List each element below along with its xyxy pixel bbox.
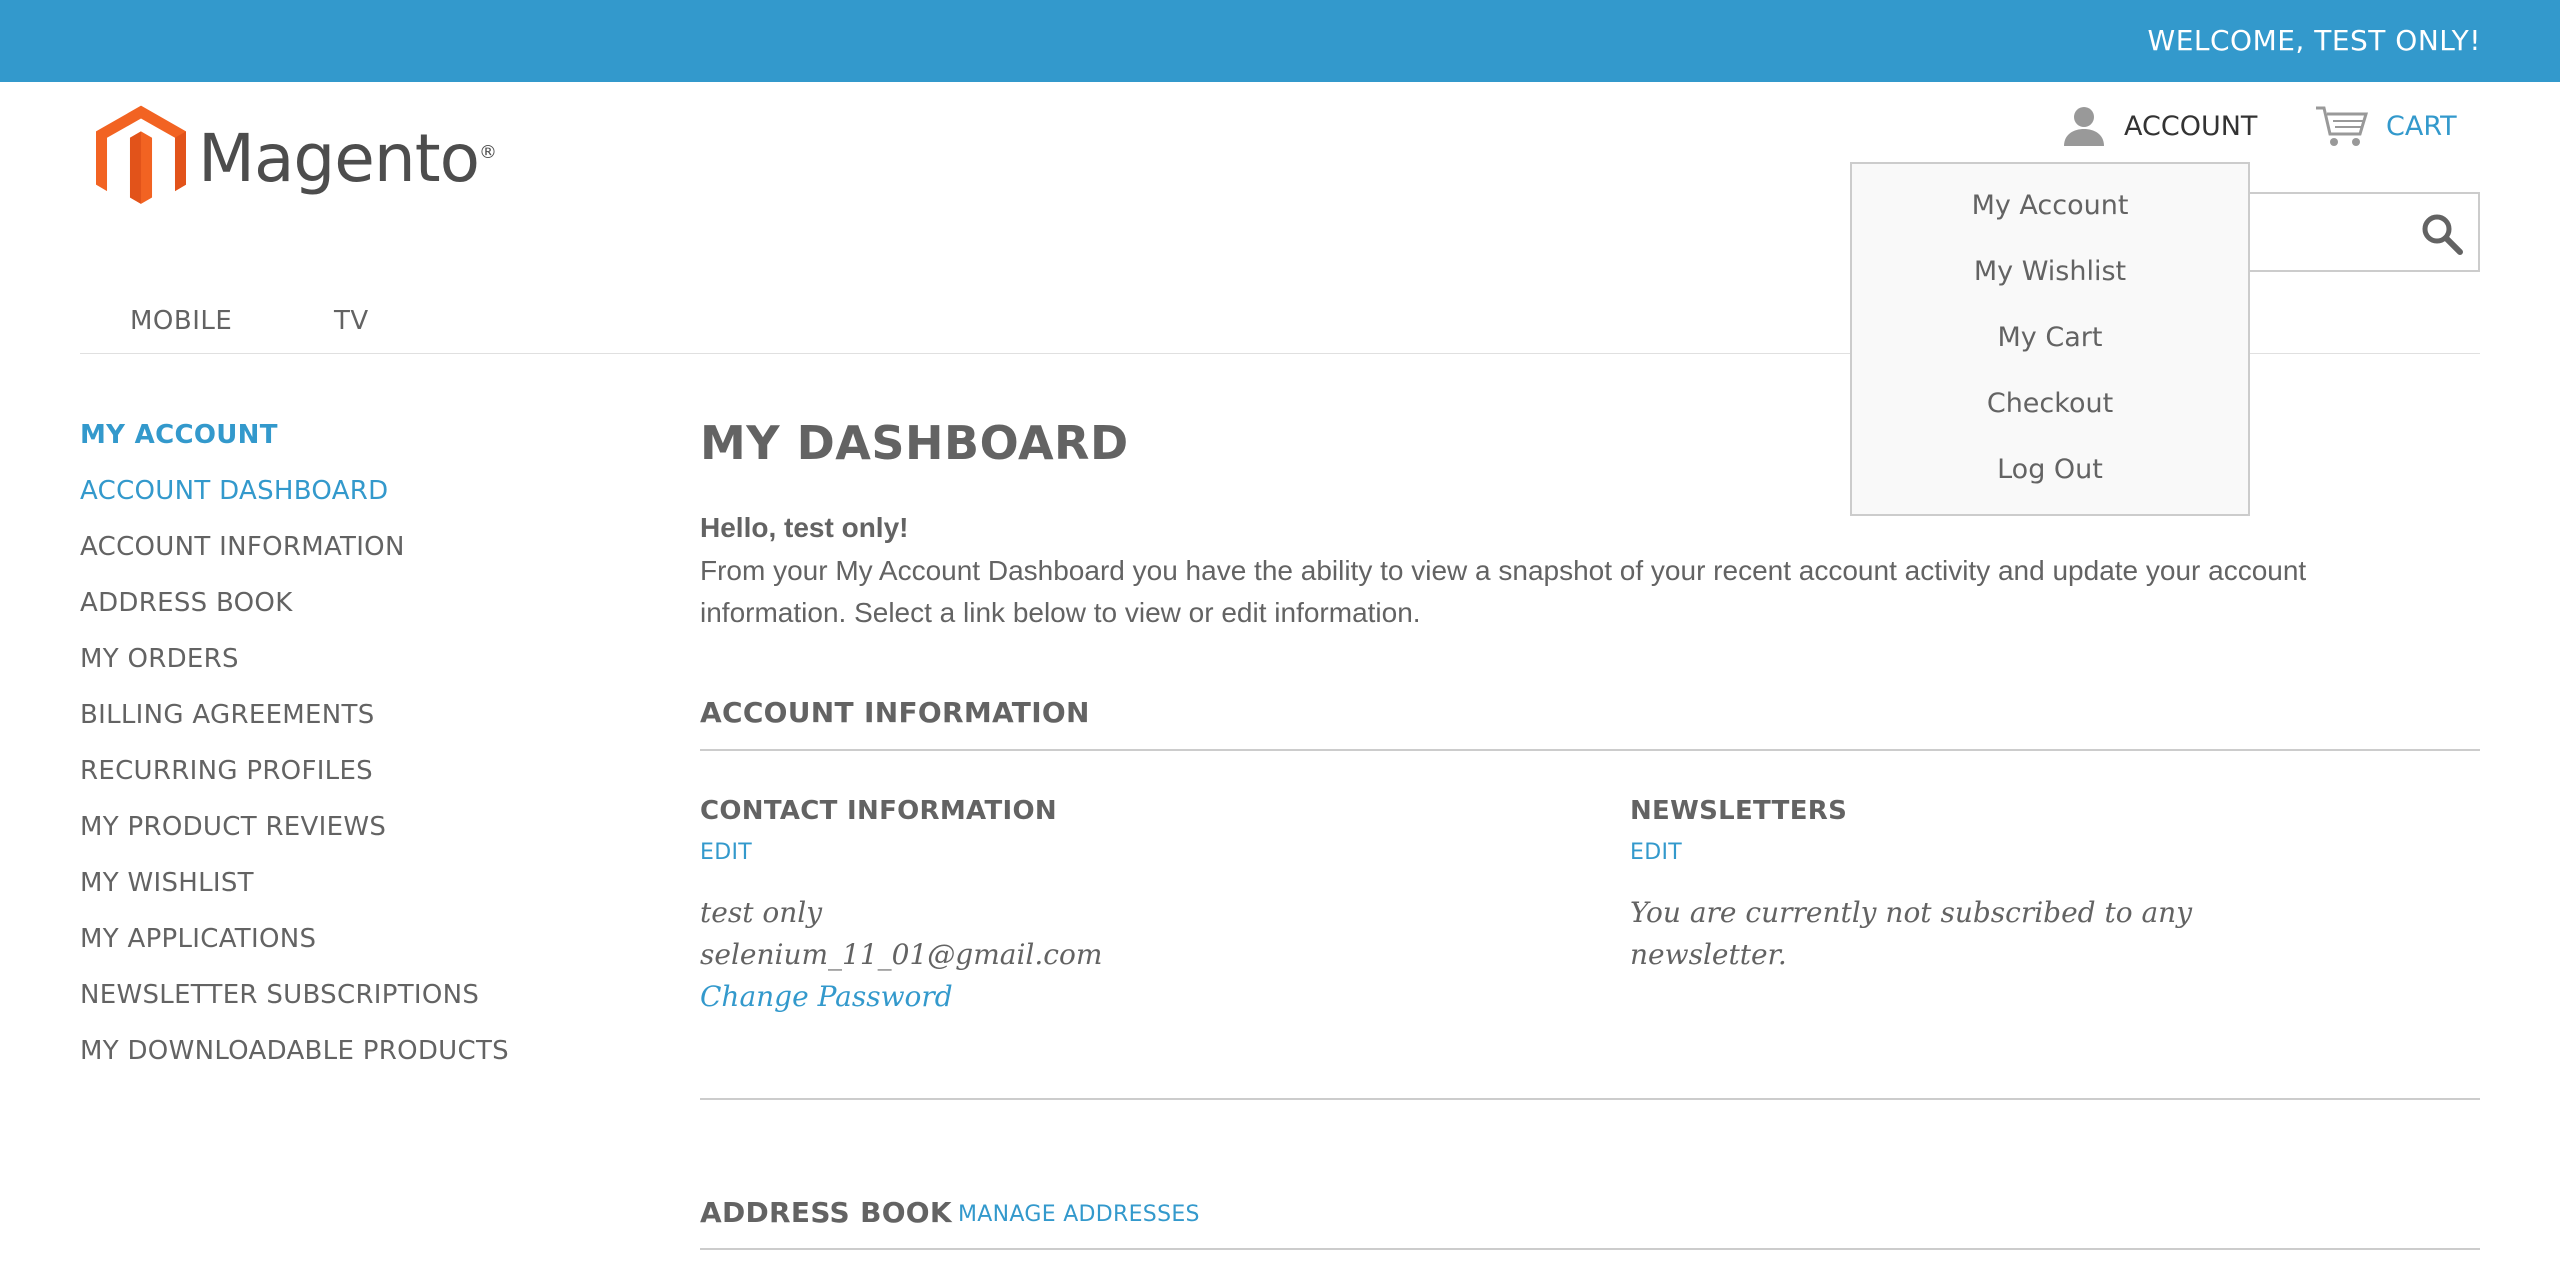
account-dropdown-menu: My Account My Wishlist My Cart Checkout …	[1850, 162, 2250, 516]
section-divider	[700, 1248, 2480, 1250]
cart-label: CART	[2386, 110, 2457, 142]
newsletters-edit-link[interactable]: EDIT	[1630, 840, 1682, 865]
dropdown-item-checkout[interactable]: Checkout	[1852, 388, 2248, 419]
sidebar-item-my-downloadable-products[interactable]: MY DOWNLOADABLE PRODUCTS	[80, 1036, 509, 1066]
sidebar-title: MY ACCOUNT	[80, 420, 278, 450]
intro-text: From your My Account Dashboard you have …	[700, 555, 2307, 628]
nav-item-mobile[interactable]: MOBILE	[130, 306, 232, 336]
account-information-heading: ACCOUNT INFORMATION	[700, 696, 1090, 729]
sidebar-item-my-applications[interactable]: MY APPLICATIONS	[80, 924, 316, 954]
sidebar-item-account-dashboard[interactable]: ACCOUNT DASHBOARD	[80, 476, 389, 506]
dropdown-item-my-wishlist[interactable]: My Wishlist	[1852, 256, 2248, 287]
logo-wordmark: Magento®	[198, 119, 497, 197]
contact-information-heading: CONTACT INFORMATION	[700, 796, 1057, 826]
contact-email: selenium_11_01@gmail.com	[700, 938, 1103, 971]
cart-icon	[2316, 106, 2369, 146]
nav-item-tv[interactable]: TV	[334, 306, 369, 336]
sidebar-item-newsletter-subscriptions[interactable]: NEWSLETTER SUBSCRIPTIONS	[80, 980, 479, 1010]
manage-addresses-link[interactable]: MANAGE ADDRESSES	[958, 1202, 1200, 1227]
hello-message: Hello, test only!	[700, 512, 909, 543]
cart-link[interactable]: CART	[2314, 104, 2457, 148]
top-welcome-bar: WELCOME, TEST ONLY!	[0, 0, 2560, 82]
newsletter-status-line-1: You are currently not subscribed to any	[1630, 896, 2193, 929]
magento-logo-icon	[96, 105, 187, 204]
sidebar-item-address-book[interactable]: ADDRESS BOOK	[80, 588, 293, 618]
newsletters-heading: NEWSLETTERS	[1630, 796, 1848, 826]
sidebar-item-my-wishlist[interactable]: MY WISHLIST	[80, 868, 254, 898]
account-label: ACCOUNT	[2124, 110, 2258, 142]
page-title: MY DASHBOARD	[700, 416, 1129, 470]
search-icon[interactable]	[2420, 212, 2464, 256]
sidebar-item-billing-agreements[interactable]: BILLING AGREEMENTS	[80, 700, 375, 730]
contact-edit-link[interactable]: EDIT	[700, 840, 752, 865]
dropdown-item-my-cart[interactable]: My Cart	[1852, 322, 2248, 353]
section-divider	[700, 749, 2480, 751]
user-icon	[2064, 107, 2104, 146]
account-menu-toggle[interactable]: ACCOUNT	[2062, 104, 2257, 148]
sidebar-item-my-orders[interactable]: MY ORDERS	[80, 644, 239, 674]
dropdown-item-my-account[interactable]: My Account	[1852, 190, 2248, 221]
sidebar-item-account-information[interactable]: ACCOUNT INFORMATION	[80, 532, 405, 562]
dropdown-item-log-out[interactable]: Log Out	[1852, 454, 2248, 485]
contact-name: test only	[700, 896, 823, 929]
registered-mark: ®	[479, 141, 497, 163]
section-divider	[700, 1098, 2480, 1100]
newsletter-status-line-2: newsletter.	[1630, 938, 1787, 971]
magento-logo[interactable]: Magento®	[96, 100, 497, 216]
welcome-message: WELCOME, TEST ONLY!	[2147, 24, 2481, 57]
sidebar-item-recurring-profiles[interactable]: RECURRING PROFILES	[80, 756, 373, 786]
sidebar-item-my-product-reviews[interactable]: MY PRODUCT REVIEWS	[80, 812, 386, 842]
change-password-link[interactable]: Change Password	[700, 980, 953, 1013]
address-book-heading: ADDRESS BOOK	[700, 1196, 952, 1229]
